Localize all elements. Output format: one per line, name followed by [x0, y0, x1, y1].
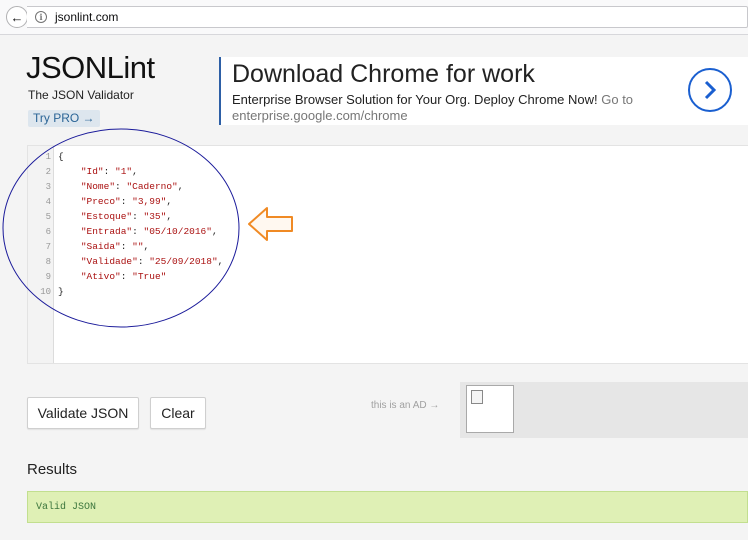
- address-bar[interactable]: i jsonlint.com: [27, 6, 748, 28]
- json-key: "Saida": [80, 241, 121, 252]
- code-line: "Preco": "3,99",: [58, 196, 172, 207]
- ad-headline[interactable]: Download Chrome for work: [232, 60, 535, 89]
- line-number: 10: [40, 287, 51, 297]
- json-value: "25/09/2018": [149, 256, 218, 267]
- ad-label: this is an AD →: [371, 400, 440, 411]
- code-line: "Nome": "Caderno",: [58, 181, 184, 192]
- code-line: "Estoque": "35",: [58, 211, 172, 222]
- json-value: "Caderno": [126, 181, 178, 192]
- line-number: 2: [45, 167, 51, 177]
- code-line: }: [58, 286, 64, 297]
- json-key: "Entrada": [80, 226, 133, 237]
- json-key: "Estoque": [80, 211, 133, 222]
- site-subtitle: The JSON Validator: [28, 88, 134, 102]
- json-value: "3,99": [132, 196, 167, 207]
- json-key: "Id": [80, 166, 104, 177]
- back-button[interactable]: ←: [6, 6, 28, 28]
- line-number: 7: [45, 242, 51, 252]
- line-number: 4: [45, 197, 51, 207]
- json-value: "": [132, 241, 144, 252]
- code-line: "Entrada": "05/10/2016",: [58, 226, 218, 237]
- line-number-gutter: 1 2 3 4 5 6 7 8 9 10: [28, 146, 54, 363]
- json-key: "Validade": [80, 256, 138, 267]
- json-value: "1": [115, 166, 133, 177]
- code-line: "Validade": "25/09/2018",: [58, 256, 224, 267]
- results-heading: Results: [27, 461, 78, 478]
- url-text: jsonlint.com: [55, 10, 119, 24]
- code-brace: {: [58, 151, 64, 162]
- chevron-right-icon: [704, 80, 717, 100]
- json-value: "35": [143, 211, 167, 222]
- line-number: 9: [45, 272, 51, 282]
- ad-description: Enterprise Browser Solution for Your Org…: [232, 92, 672, 124]
- json-key: "Ativo": [80, 271, 121, 282]
- try-pro-link[interactable]: Try PRO →: [28, 110, 100, 127]
- result-status-box: Valid JSON: [27, 491, 748, 523]
- line-number: 5: [45, 212, 51, 222]
- ad-banner[interactable]: Download Chrome for work Enterprise Brow…: [219, 57, 748, 125]
- json-editor[interactable]: 1 2 3 4 5 6 7 8 9 10 { "Id": "1", "Nome"…: [27, 145, 748, 364]
- validate-json-button[interactable]: Validate JSON: [27, 397, 139, 429]
- ad-go-button[interactable]: [688, 68, 732, 112]
- clear-button[interactable]: Clear: [150, 397, 206, 429]
- code-brace: }: [58, 286, 64, 297]
- broken-image-icon: [466, 385, 514, 433]
- info-icon[interactable]: i: [35, 11, 47, 23]
- site-title: JSONLint: [26, 50, 155, 85]
- line-number: 6: [45, 227, 51, 237]
- code-line: "Ativo": "True": [58, 271, 167, 282]
- line-number: 1: [45, 152, 51, 162]
- ad-description-text: Enterprise Browser Solution for Your Org…: [232, 92, 598, 107]
- ad-placeholder[interactable]: [460, 382, 748, 438]
- broken-image-glyph: [471, 390, 483, 404]
- json-key: "Nome": [80, 181, 116, 192]
- json-key: "Preco": [80, 196, 121, 207]
- line-number: 8: [45, 257, 51, 267]
- browser-toolbar: ← i jsonlint.com: [0, 0, 748, 35]
- code-line: "Id": "1",: [58, 166, 138, 177]
- code-line: {: [58, 151, 64, 162]
- result-message: Valid JSON: [36, 502, 97, 513]
- back-arrow-icon: ←: [10, 9, 24, 25]
- line-number: 3: [45, 182, 51, 192]
- json-value: "05/10/2016": [143, 226, 212, 237]
- code-line: "Saida": "",: [58, 241, 149, 252]
- json-value: "True": [132, 271, 167, 282]
